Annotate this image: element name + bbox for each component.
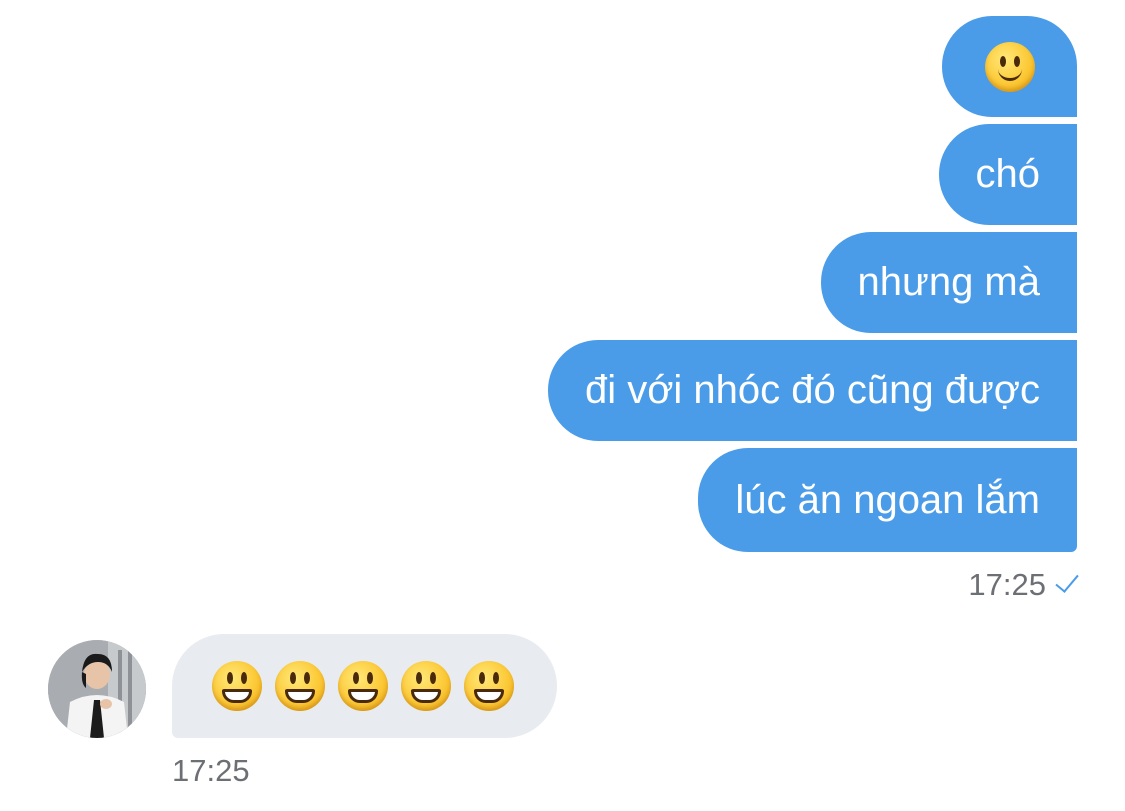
outgoing-timestamp: 17:25 [968,567,1079,603]
grinning-face-emoji-icon [338,661,388,711]
grinning-face-emoji-icon [275,661,325,711]
incoming-timestamp: 17:25 [172,753,250,788]
timestamp-text: 17:25 [968,567,1046,602]
outgoing-message[interactable]: nhưng mà [820,232,1077,333]
outgoing-message[interactable]: lúc ăn ngoan lắm [698,448,1077,552]
outgoing-message[interactable]: chó [938,124,1077,225]
outgoing-message-emoji[interactable] [942,16,1077,117]
message-text: đi với nhóc đó cũng được [584,368,1040,412]
single-check-icon [1055,568,1079,593]
grinning-face-emoji-icon [464,661,514,711]
outgoing-message[interactable]: đi với nhóc đó cũng được [547,340,1077,441]
grinning-face-emoji-icon [212,661,262,711]
avatar[interactable] [48,640,146,738]
message-text: lúc ăn ngoan lắm [735,477,1040,522]
avatar-photo-icon [48,640,146,738]
slightly-smiling-face-emoji-icon [984,41,1035,92]
grinning-face-emoji-icon [401,661,451,711]
message-text: chó [975,152,1041,196]
incoming-message[interactable] [172,634,557,738]
message-text: nhưng mà [857,260,1040,304]
